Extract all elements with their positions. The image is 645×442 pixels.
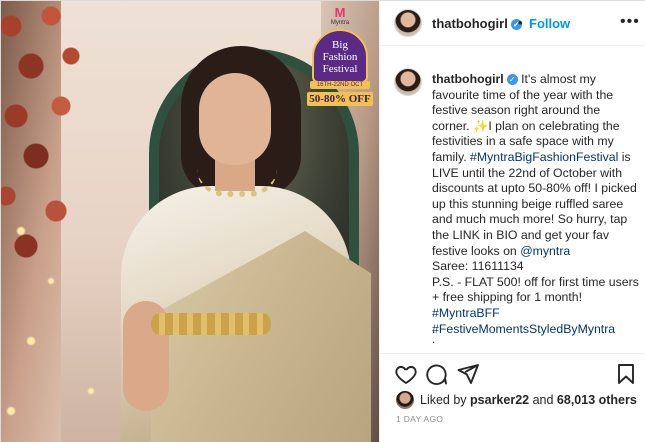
badge-shield: Big Fashion Festival [312,29,368,83]
badge-title-line2: Fashion [322,51,358,63]
caption-verified-badge-icon: ✓ [506,74,518,86]
post-photo[interactable]: M Myntra Big Fashion Festival 16TH-22ND … [1,1,379,442]
caption-author-avatar[interactable] [394,68,422,96]
caption-dots: . . [432,323,436,346]
paper-plane-icon[interactable] [456,362,480,386]
post-caption: thatbohogirl ✓ It's almost my favourite t… [380,46,645,346]
badge-dates: 16TH-22ND OCT [310,81,370,89]
header-separator: • [518,15,523,30]
badge-title-line1: Big [332,39,348,51]
instagram-post: M Myntra Big Fashion Festival 16TH-22ND … [0,0,645,442]
likes-summary: Liked by psarker22 and 68,013 others [396,391,645,409]
bookmark-icon[interactable] [614,362,638,386]
more-options-icon[interactable]: ••• [620,13,640,31]
author-username-link[interactable]: thatbohogirl ✓ [432,16,522,31]
photo-saree-belt [151,313,271,335]
myntra-festival-badge: M Myntra Big Fashion Festival 16TH-22ND … [305,5,375,106]
badge-offer: 50-80% OFF [307,92,373,106]
caption-username[interactable]: thatbohogirl [432,72,504,86]
comment-icon[interactable] [424,362,448,386]
caption-body2: is LIVE until the 22nd of October with d… [432,149,637,258]
myntra-logo-icon: M [334,5,346,20]
hashtag-link[interactable]: #MyntraBFF [432,306,640,322]
post-side-panel: thatbohogirl ✓ • Follow ••• thatbohogirl ✓… [379,1,645,442]
likes-count-link[interactable]: 68,013 others [557,393,637,407]
likes-text: Liked by psarker22 and 68,013 others [420,393,637,407]
hashtag-link[interactable]: #MyntraBigFashionFestival [470,150,618,164]
caption-saree-code: Saree: 11611134 [432,259,524,274]
badge-brand: Myntra [330,20,350,26]
caption-text: thatbohogirl ✓ It's almost my favourite t… [432,72,640,337]
post-actions-bar [380,353,645,393]
photo-model-face [199,73,271,165]
post-timestamp[interactable]: 1 DAY AGO [396,414,443,424]
likes-prefix: Liked by [420,393,471,407]
heart-icon[interactable] [394,362,418,386]
sparkle-emoji-icon: ✨ [473,118,489,133]
badge-title-line3: Festival [322,63,358,75]
liker-username-link[interactable]: psarker22 [470,393,529,407]
author-avatar[interactable] [394,9,422,37]
author-username[interactable]: thatbohogirl [432,16,508,31]
likes-middle: and [529,393,557,407]
caption-dot: . [432,332,436,346]
post-header: thatbohogirl ✓ • Follow ••• [380,1,645,46]
mention-link[interactable]: @myntra [520,244,570,258]
liker-avatar[interactable] [396,391,414,409]
hashtag-link[interactable]: #FestiveMomentsStyledByMyntra [432,322,640,338]
follow-button[interactable]: Follow [529,16,570,31]
caption-ps: P.S. - FLAT 500! off for first time user… [432,274,639,305]
